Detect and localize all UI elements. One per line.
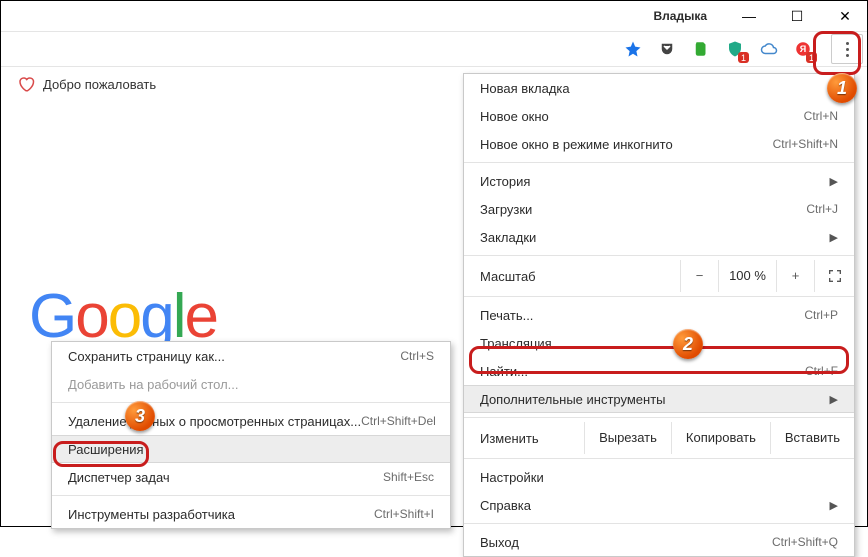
menu-edit-row: Изменить Вырезать Копировать Вставить [464, 422, 854, 454]
fullscreen-button[interactable] [814, 260, 854, 292]
menu-new-window[interactable]: Новое окноCtrl+N [464, 102, 854, 130]
badge-count: 1 [738, 52, 749, 63]
menu-button[interactable] [831, 34, 863, 64]
toolbar: 1 Я 1 [1, 31, 867, 67]
submenu-save-as[interactable]: Сохранить страницу как...Ctrl+S [52, 342, 450, 370]
menu-history[interactable]: История▶ [464, 167, 854, 195]
titlebar: Владыка — ☐ ✕ [1, 1, 867, 31]
menu-incognito[interactable]: Новое окно в режиме инкогнитоCtrl+Shift+… [464, 130, 854, 158]
more-tools-submenu: Сохранить страницу как...Ctrl+S Добавить… [51, 341, 451, 529]
cloud-icon[interactable] [757, 37, 781, 61]
main-menu: Новая вкладка Новое окноCtrl+N Новое окн… [463, 73, 855, 557]
menu-settings[interactable]: Настройки [464, 463, 854, 491]
pocket-icon[interactable] [655, 37, 679, 61]
separator [464, 162, 854, 163]
menu-more-tools[interactable]: Дополнительные инструменты▶ [464, 385, 854, 413]
star-icon[interactable] [621, 37, 645, 61]
separator [464, 296, 854, 297]
edit-copy[interactable]: Копировать [671, 422, 770, 454]
heart-icon [17, 75, 35, 93]
edit-label: Изменить [480, 431, 584, 446]
menu-help[interactable]: Справка▶ [464, 491, 854, 519]
svg-text:Я: Я [800, 44, 806, 54]
submenu-add-to-desktop: Добавить на рабочий стол... [52, 370, 450, 398]
shield-icon[interactable]: 1 [723, 37, 747, 61]
menu-print[interactable]: Печать...Ctrl+P [464, 301, 854, 329]
window-minimize[interactable]: — [737, 8, 761, 24]
zoom-label: Масштаб [480, 269, 680, 284]
menu-downloads[interactable]: ЗагрузкиCtrl+J [464, 195, 854, 223]
window-maximize[interactable]: ☐ [785, 8, 809, 25]
zoom-out-button[interactable]: − [680, 260, 718, 292]
submenu-dev-tools[interactable]: Инструменты разработчикаCtrl+Shift+I [52, 500, 450, 528]
separator [464, 523, 854, 524]
window-user: Владыка [653, 9, 707, 23]
separator [464, 417, 854, 418]
menu-bookmarks[interactable]: Закладки▶ [464, 223, 854, 251]
window-close[interactable]: ✕ [833, 8, 857, 25]
menu-find[interactable]: Найти...Ctrl+F [464, 357, 854, 385]
edit-paste[interactable]: Вставить [770, 422, 854, 454]
badge-count: 1 [806, 52, 817, 63]
edit-cut[interactable]: Вырезать [584, 422, 671, 454]
separator [464, 458, 854, 459]
zoom-value: 100 % [718, 260, 776, 292]
menu-zoom: Масштаб − 100 % + [464, 260, 854, 292]
menu-new-tab[interactable]: Новая вкладка [464, 74, 854, 102]
submenu-extensions[interactable]: Расширения [52, 435, 450, 463]
separator [52, 495, 450, 496]
menu-cast[interactable]: Трансляция... [464, 329, 854, 357]
evernote-icon[interactable] [689, 37, 713, 61]
submenu-clear-data[interactable]: Удаление данных о просмотренных страница… [52, 407, 450, 435]
menu-exit[interactable]: ВыходCtrl+Shift+Q [464, 528, 854, 556]
yandex-icon[interactable]: Я 1 [791, 37, 815, 61]
separator [464, 255, 854, 256]
separator [52, 402, 450, 403]
zoom-in-button[interactable]: + [776, 260, 814, 292]
submenu-task-manager[interactable]: Диспетчер задачShift+Esc [52, 463, 450, 491]
welcome-label: Добро пожаловать [43, 77, 156, 92]
